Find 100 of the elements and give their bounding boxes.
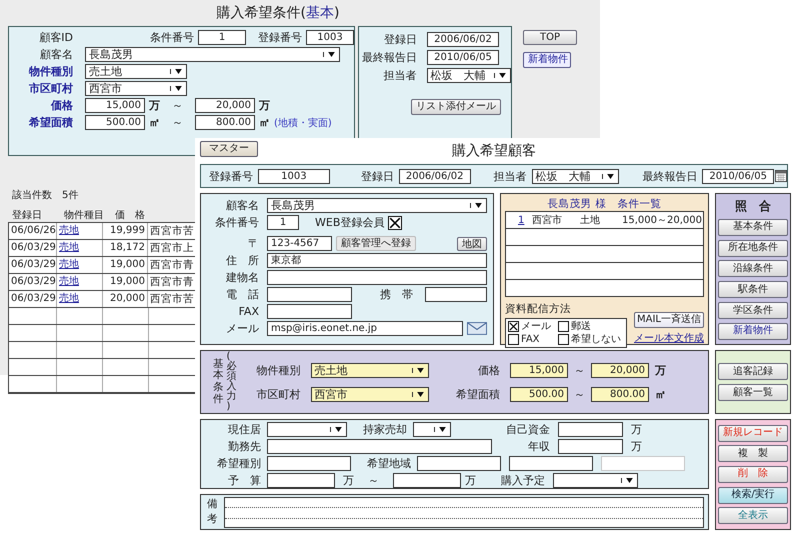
- input-field[interactable]: 1: [198, 30, 246, 45]
- condition-button[interactable]: 駅条件: [718, 281, 788, 298]
- date-field[interactable]: 2006/06/02: [398, 168, 471, 184]
- dropdown[interactable]: [413, 422, 451, 437]
- dropdown[interactable]: 西宮市: [310, 386, 428, 402]
- condition-button[interactable]: 新着物件: [718, 322, 788, 340]
- checkbox[interactable]: [508, 321, 519, 332]
- input-field[interactable]: 20,000: [195, 98, 255, 113]
- section-label: 基本条件: [213, 358, 224, 406]
- table-cell: 19,000: [102, 274, 148, 290]
- field-label: 携 帯: [380, 287, 413, 302]
- field-label: 予 算: [227, 473, 261, 488]
- checkbox[interactable]: [558, 334, 569, 345]
- condition-button[interactable]: 学区条件: [718, 302, 788, 320]
- input-field[interactable]: [267, 270, 487, 285]
- action-button[interactable]: 全表示: [718, 507, 788, 524]
- checkbox-label: メール: [521, 320, 551, 332]
- dropdown[interactable]: 西宮市: [85, 81, 187, 96]
- checkbox[interactable]: [388, 216, 402, 230]
- property-type-link[interactable]: 売地: [59, 259, 79, 270]
- condition-button[interactable]: 所在地条件: [718, 240, 788, 257]
- dropdown[interactable]: [267, 422, 347, 437]
- input-field[interactable]: 1: [267, 215, 299, 230]
- table-cell-text: 西宮市苦: [149, 224, 195, 239]
- checkbox-label: FAX: [521, 334, 540, 346]
- input-field[interactable]: [267, 287, 352, 302]
- input-field[interactable]: [267, 439, 492, 454]
- action-button[interactable]: 検索/実行: [718, 486, 788, 504]
- mail-text-link[interactable]: メール本文作成: [634, 331, 704, 345]
- date-field[interactable]: 2010/06/05: [702, 168, 774, 184]
- unit-label: 万: [631, 422, 642, 437]
- table-cell: 06/03/29: [9, 257, 57, 273]
- nav-button[interactable]: 顧客一覧: [718, 384, 788, 401]
- input-field[interactable]: 20,000: [591, 362, 649, 378]
- postal-code-field[interactable]: 123-4567: [267, 236, 332, 251]
- field-label: 物件種別: [256, 362, 300, 378]
- new-listings-button[interactable]: 新着物件: [523, 52, 571, 68]
- property-type-link[interactable]: 売地: [59, 276, 79, 287]
- input-field[interactable]: 1003: [258, 168, 330, 184]
- dropdown[interactable]: 松坂 大輔: [532, 168, 620, 184]
- master-button[interactable]: マスター: [200, 141, 258, 157]
- date-field[interactable]: 2010/06/05: [427, 50, 499, 65]
- field-label: 市区町村: [256, 386, 300, 402]
- field-label: 登録番号: [209, 168, 253, 184]
- top-button[interactable]: TOP: [523, 30, 577, 45]
- condition-link[interactable]: 1: [518, 214, 532, 226]
- condition-button[interactable]: 沿線条件: [718, 260, 788, 278]
- action-button[interactable]: 削 除: [718, 466, 788, 483]
- input-field[interactable]: [267, 304, 352, 319]
- field-label: 希望種別: [216, 456, 261, 471]
- register-button[interactable]: 顧客管理へ登録: [336, 236, 416, 251]
- property-type-link[interactable]: 売地: [59, 293, 79, 304]
- range-tilde: ～: [368, 473, 379, 488]
- address-field[interactable]: 東京都: [267, 253, 487, 268]
- field-label: 担当者: [382, 68, 417, 83]
- dropdown[interactable]: 松坂 大輔: [426, 68, 511, 83]
- date-field[interactable]: 2006/06/02: [427, 32, 499, 47]
- unit-label: 万: [259, 98, 270, 113]
- action-button[interactable]: 複 製: [718, 445, 788, 462]
- input-field[interactable]: [558, 422, 623, 437]
- dropdown[interactable]: 売土地: [310, 362, 428, 378]
- list-mail-button[interactable]: リスト添付メール: [411, 99, 501, 115]
- input-field[interactable]: 1003: [306, 30, 354, 45]
- map-button[interactable]: 地図: [457, 236, 487, 250]
- checkbox[interactable]: [558, 321, 569, 332]
- mail-icon[interactable]: [467, 322, 487, 335]
- field-label: 顧客名: [39, 47, 73, 62]
- dropdown[interactable]: [553, 473, 638, 488]
- email-field[interactable]: msp@iris.eonet.ne.jp: [267, 321, 463, 336]
- field-label: 登録番号: [258, 30, 302, 45]
- input-field[interactable]: 800.00: [591, 386, 649, 402]
- input-field[interactable]: [267, 473, 335, 488]
- calendar-icon[interactable]: [775, 170, 787, 182]
- input-field[interactable]: 500.00: [510, 386, 568, 402]
- input-field[interactable]: 15,000: [85, 98, 145, 113]
- checkbox-label: WEB登録会員: [315, 215, 384, 230]
- table-cell: 19,999: [102, 223, 148, 239]
- unit-label: 万: [343, 473, 354, 488]
- dropdown[interactable]: 売土地: [85, 64, 187, 79]
- field-label: 備考: [207, 497, 218, 527]
- input-field[interactable]: 800.00: [195, 115, 255, 130]
- dropdown[interactable]: 長島茂男: [85, 47, 340, 62]
- input-field[interactable]: [558, 439, 623, 454]
- dropdown[interactable]: 長島茂男: [267, 198, 487, 213]
- bulk-mail-button[interactable]: MAIL一斉送信: [634, 312, 704, 328]
- input-field[interactable]: 15,000: [510, 362, 568, 378]
- checkbox[interactable]: [508, 334, 519, 345]
- input-field[interactable]: [393, 473, 461, 488]
- condition-button[interactable]: 基本条件: [718, 218, 788, 236]
- input-field[interactable]: 500.00: [85, 115, 145, 130]
- input-field[interactable]: [509, 456, 593, 471]
- remarks-field[interactable]: [224, 496, 704, 528]
- table-cell: 19,000: [102, 257, 148, 273]
- action-button[interactable]: 新規レコード: [718, 424, 788, 442]
- property-type-link[interactable]: 売地: [59, 225, 79, 236]
- input-field[interactable]: [425, 287, 487, 302]
- nav-button[interactable]: 追客記録: [718, 363, 788, 380]
- input-field[interactable]: [417, 456, 501, 471]
- property-type-link[interactable]: 売地: [59, 242, 79, 253]
- input-field[interactable]: [267, 456, 351, 471]
